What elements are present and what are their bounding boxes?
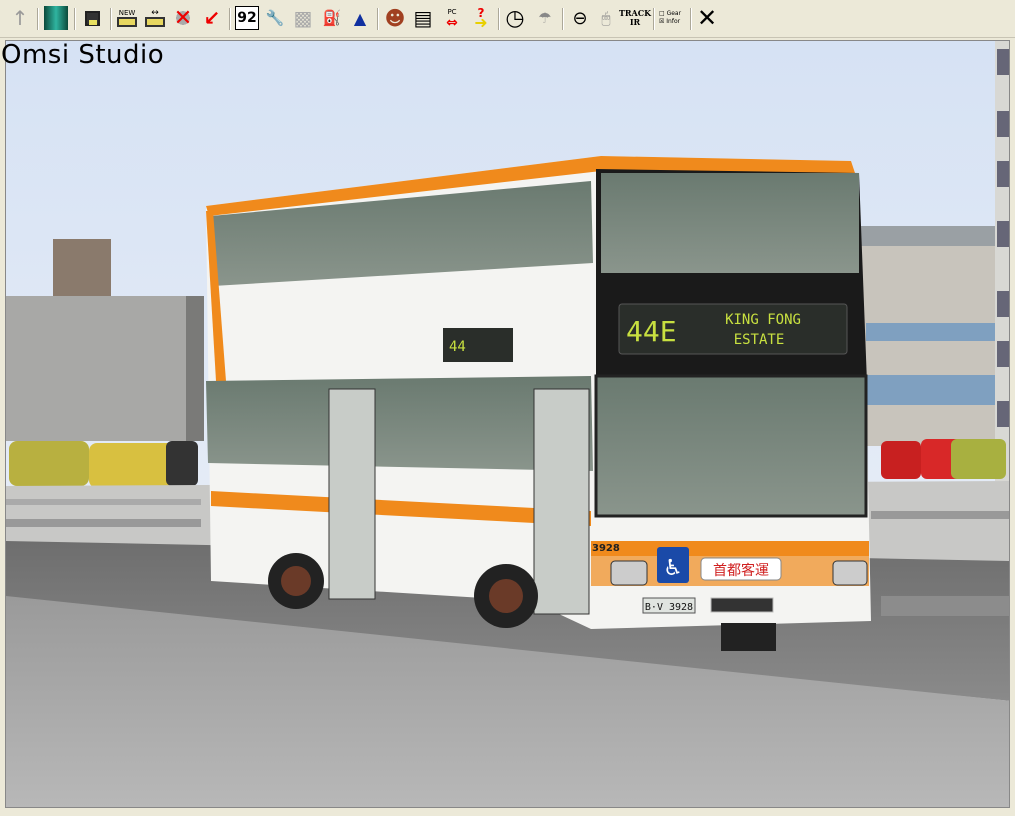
fuel-pump-icon: ⛽ (322, 9, 342, 27)
window-title: Omsi Studio (1, 40, 165, 70)
close-icon: ✕ (696, 4, 718, 32)
bell-button[interactable]: ▲ (348, 6, 372, 30)
wheelchair-sign: ♿ (657, 547, 689, 583)
display-number-button[interactable]: 92 (235, 6, 259, 30)
license-plate: B·V 3928 (645, 602, 693, 613)
toolbar-separator (110, 8, 112, 30)
options-label: □ Gear ☒ Infor (659, 10, 682, 25)
clock-icon: ◷ (505, 5, 525, 31)
red-swap-arrow-icon: ⇔ (446, 14, 458, 31)
bus-icon (145, 17, 165, 27)
swap-bus-button[interactable]: ↔ (143, 6, 167, 30)
engine-icon: ▩ (293, 6, 313, 30)
route-number: 44E (626, 315, 677, 348)
destination-display: 44E KING FONG ESTATE (618, 303, 848, 355)
side-route-number: 44 (449, 339, 466, 355)
fuel-button[interactable]: ⛽ (320, 6, 344, 30)
mouse-button[interactable]: 🖱 (594, 6, 618, 30)
save-button[interactable] (80, 6, 104, 30)
floppy-disk-icon (84, 10, 100, 26)
side-display: 44 (443, 328, 513, 362)
steering-wheel-icon: ⊖ (572, 7, 588, 29)
bus-icon (117, 17, 137, 27)
track-ir-label: TRACK IR (618, 8, 652, 27)
help-button[interactable]: ? ➜ (469, 6, 493, 32)
double-decker-bus[interactable]: 44E KING FONG ESTATE 44 3928 ♿ 首都客運 B·V … (206, 156, 871, 651)
up-arrow-button[interactable]: ↑ (8, 6, 32, 30)
timetable-button[interactable]: ▤ (411, 6, 435, 30)
delete-bus-button[interactable]: ✕ (171, 5, 195, 31)
toolbar-separator (377, 8, 379, 30)
operator-name: 首都客運 (713, 562, 769, 579)
fleet-number: 3928 (592, 543, 620, 554)
steering-wheel-button[interactable]: ⊖ (568, 6, 592, 30)
toolbar-separator (562, 8, 564, 30)
destination-line-2: ESTATE (734, 332, 785, 348)
delete-bus-icon: ✕ (173, 5, 193, 31)
engine-button[interactable]: ▩ (291, 6, 315, 30)
svg-text:♿: ♿ (663, 556, 683, 581)
bell-icon: ▲ (353, 8, 367, 28)
headlight-right (832, 560, 868, 586)
close-button[interactable]: ✕ (695, 4, 719, 32)
weather-rain-icon: ☂ (538, 9, 552, 27)
new-label: NEW (118, 9, 136, 17)
driver-button[interactable]: ☻ (383, 6, 407, 30)
track-ir-button[interactable]: TRACK IR (618, 6, 652, 30)
document-icon: ▤ (413, 6, 433, 30)
driver-face-icon: ☻ (384, 6, 406, 30)
yellow-arrow-icon: ➜ (474, 13, 488, 32)
swap-arrow-icon: ↔ (151, 8, 159, 18)
toolbar-separator (653, 8, 655, 30)
wrench-icon: 🔧 (265, 9, 285, 27)
pc-driver-swap-button[interactable]: PC ⇔ (440, 6, 464, 30)
up-arrow-icon: ↑ (11, 6, 29, 30)
wrench-button[interactable]: 🔧 (263, 6, 287, 30)
toolbar: ↑ ▦ NEW ↔ ✕ ↙ 92 🔧 ▩ ⛽ ▲ ☻ ▤ PC⇔ ?➜ ◷ ☂ … (0, 0, 1015, 38)
headlight-left (610, 560, 648, 586)
options-checkboxes[interactable]: □ Gear ☒ Infor (659, 6, 687, 30)
clock-button[interactable]: ◷ (503, 5, 527, 31)
map-icon: ▦ (49, 9, 63, 27)
mouse-icon: 🖱 (601, 9, 611, 27)
destination-line-1: KING FONG (725, 312, 801, 328)
new-bus-button[interactable]: NEW (115, 6, 139, 30)
red-arrow-icon: ↙ (203, 6, 221, 30)
display-number-icon: 92 (237, 10, 257, 26)
toolbar-separator (690, 8, 692, 30)
place-pointer-button[interactable]: ↙ (200, 6, 224, 30)
toolbar-separator (229, 8, 231, 30)
3d-viewport[interactable]: 44E KING FONG ESTATE 44 3928 ♿ 首都客運 B·V … (5, 40, 1010, 808)
toolbar-separator (498, 8, 500, 30)
weather-button[interactable]: ☂ (533, 6, 557, 30)
toolbar-separator (74, 8, 76, 30)
map-view-button[interactable]: ▦ (44, 6, 68, 30)
toolbar-separator (37, 8, 39, 30)
